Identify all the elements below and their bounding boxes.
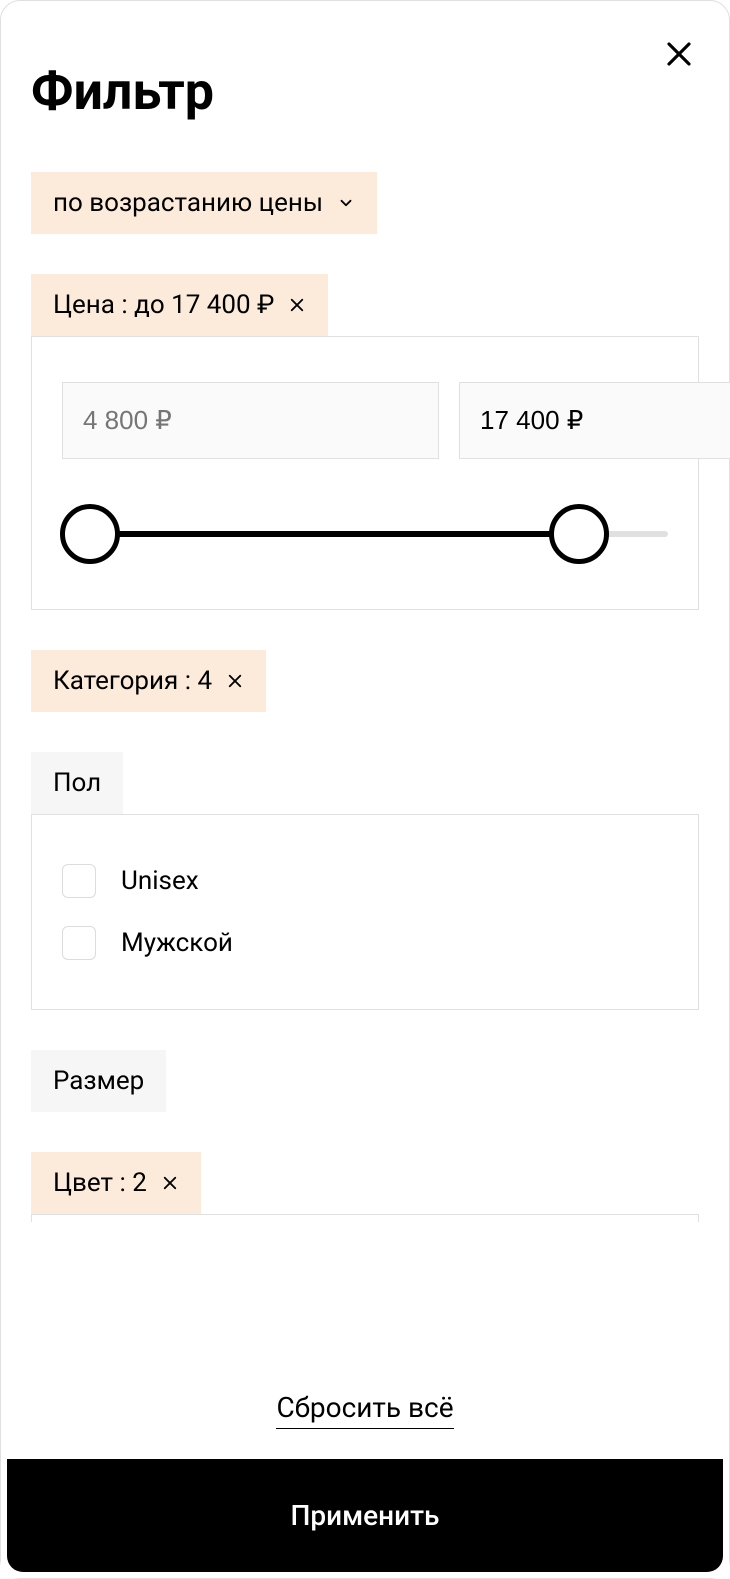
category-filter-chip[interactable]: Категория : 4 bbox=[31, 650, 266, 712]
close-icon bbox=[664, 39, 694, 73]
color-panel-edge bbox=[31, 1214, 699, 1222]
apply-label: Применить bbox=[291, 1499, 440, 1532]
close-icon[interactable] bbox=[288, 296, 306, 314]
size-chip-label: Размер bbox=[53, 1066, 144, 1096]
color-filter-chip[interactable]: Цвет : 2 bbox=[31, 1152, 201, 1214]
slider-fill bbox=[62, 531, 607, 537]
gender-filter-chip[interactable]: Пол bbox=[31, 752, 123, 814]
chevron-down-icon bbox=[337, 194, 355, 212]
checkbox[interactable] bbox=[62, 926, 96, 960]
price-slider[interactable] bbox=[62, 504, 668, 564]
close-button[interactable] bbox=[659, 36, 699, 76]
price-panel bbox=[31, 336, 699, 610]
gender-panel: Unisex Мужской bbox=[31, 814, 699, 1010]
close-icon[interactable] bbox=[226, 672, 244, 690]
slider-handle-min[interactable] bbox=[60, 504, 120, 564]
page-title: Фильтр bbox=[31, 61, 214, 122]
gender-option-label: Мужской bbox=[121, 928, 233, 958]
price-filter-chip[interactable]: Цена : до 17 400 ₽ bbox=[31, 274, 328, 336]
checkbox[interactable] bbox=[62, 864, 96, 898]
reset-all-link[interactable]: Сбросить всё bbox=[1, 1361, 729, 1434]
price-chip-label: Цена : до 17 400 ₽ bbox=[53, 290, 274, 320]
sort-dropdown[interactable]: по возрастанию цены bbox=[31, 172, 377, 234]
size-filter-chip[interactable]: Размер bbox=[31, 1050, 166, 1112]
apply-button[interactable]: Применить bbox=[7, 1459, 723, 1572]
close-icon[interactable] bbox=[161, 1174, 179, 1192]
price-max-input[interactable] bbox=[459, 382, 730, 459]
gender-option[interactable]: Мужской bbox=[62, 912, 668, 974]
color-chip-label: Цвет : 2 bbox=[53, 1168, 147, 1198]
gender-option[interactable]: Unisex bbox=[62, 850, 668, 912]
price-min-input[interactable] bbox=[62, 382, 439, 459]
category-chip-label: Категория : 4 bbox=[53, 666, 212, 696]
gender-option-label: Unisex bbox=[121, 866, 199, 896]
gender-chip-label: Пол bbox=[53, 768, 101, 798]
slider-handle-max[interactable] bbox=[549, 504, 609, 564]
reset-label: Сбросить всё bbox=[276, 1391, 453, 1429]
sort-label: по возрастанию цены bbox=[53, 188, 323, 218]
